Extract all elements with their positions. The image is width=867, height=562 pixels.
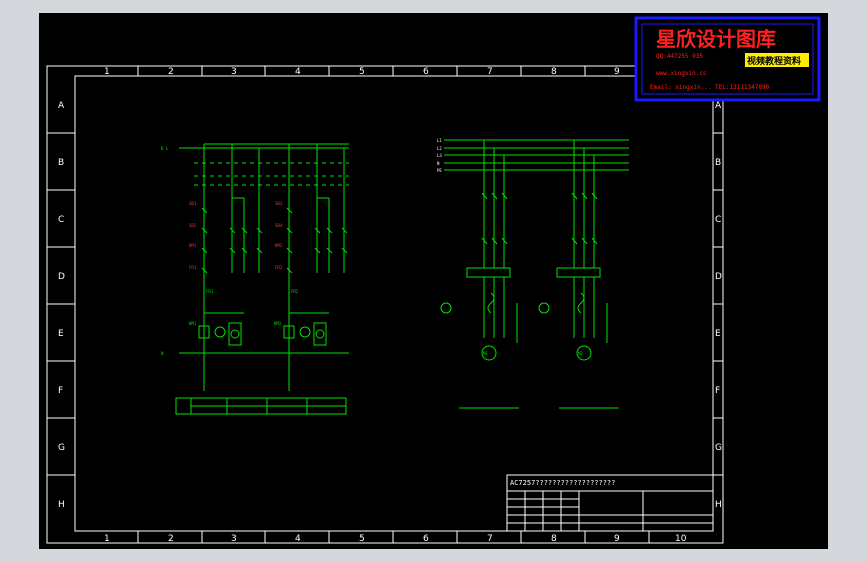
svg-text:4: 4 <box>295 534 301 544</box>
right-power-circuit: L1 L2 L3 N PE M1 M2 <box>437 138 629 409</box>
svg-text:1: 1 <box>104 534 110 544</box>
svg-text:FR1: FR1 <box>189 265 197 270</box>
top-rail-label: Q L <box>161 146 169 151</box>
svg-text:7: 7 <box>487 534 493 544</box>
svg-text:3: 3 <box>231 534 237 544</box>
svg-text:M1: M1 <box>483 351 488 356</box>
outer-frame <box>46 65 724 544</box>
svg-text:E: E <box>58 329 64 339</box>
svg-text:H: H <box>58 500 65 510</box>
svg-text:9: 9 <box>614 67 620 77</box>
svg-text:D: D <box>58 272 65 282</box>
svg-text:L2: L2 <box>437 146 442 151</box>
svg-text:QQ:447255 935: QQ:447255 935 <box>656 53 703 60</box>
svg-text:H: H <box>715 500 722 510</box>
svg-text:2: 2 <box>168 534 174 544</box>
svg-text:8: 8 <box>551 67 557 77</box>
svg-text:9: 9 <box>614 534 620 544</box>
svg-text:6: 6 <box>423 534 429 544</box>
svg-text:8: 8 <box>551 534 557 544</box>
svg-text:2: 2 <box>168 67 174 77</box>
svg-text:KM1: KM1 <box>189 321 197 326</box>
svg-text:C: C <box>58 215 64 225</box>
svg-text:3: 3 <box>231 67 237 77</box>
svg-text:4: 4 <box>295 67 301 77</box>
left-control-circuit: Q L SB1 SB2 KM1 FR1 SB3SB4 KM2FR2 FR1 FR2 … <box>161 143 349 415</box>
svg-text:B: B <box>715 158 721 168</box>
svg-text:5: 5 <box>359 67 365 77</box>
row-ticks <box>47 132 723 476</box>
svg-text:D: D <box>715 272 722 282</box>
svg-text:7: 7 <box>487 67 493 77</box>
svg-text:FR2: FR2 <box>291 289 299 294</box>
watermark-title: 星欣设计图库 <box>656 27 776 51</box>
svg-text:SB2: SB2 <box>189 223 197 228</box>
svg-text:F: F <box>58 386 63 396</box>
title-block-title: AC7257??????????????????? <box>510 479 615 487</box>
svg-text:A: A <box>715 101 722 111</box>
column-ticks <box>137 66 650 543</box>
svg-text:6: 6 <box>423 67 429 77</box>
svg-text:G: G <box>58 443 65 453</box>
svg-text:视频教程资料: 视频教程资料 <box>747 55 801 67</box>
svg-text:N: N <box>437 161 440 166</box>
svg-text:www.xingxin.cc: www.xingxin.cc <box>656 70 707 77</box>
svg-text:SB3: SB3 <box>275 201 283 206</box>
cad-drawing-svg: 1 2 3 4 5 6 7 8 9 10 1 2 3 4 5 6 7 8 9 1… <box>46 16 821 544</box>
svg-text:FR2: FR2 <box>275 265 283 270</box>
svg-text:SB1: SB1 <box>189 201 197 206</box>
svg-text:PE: PE <box>437 168 442 173</box>
row-letters-left: A B C D E F G H <box>58 101 65 510</box>
svg-text:10: 10 <box>675 534 687 544</box>
svg-text:E: E <box>715 329 721 339</box>
svg-text:SB4: SB4 <box>275 223 283 228</box>
svg-text:5: 5 <box>359 534 365 544</box>
svg-text:L1: L1 <box>437 138 442 143</box>
svg-text:G: G <box>715 443 722 453</box>
title-block: AC7257??????????????????? <box>506 474 714 532</box>
svg-text:FR1: FR1 <box>206 289 214 294</box>
cad-drawing-canvas[interactable]: 1 2 3 4 5 6 7 8 9 10 1 2 3 4 5 6 7 8 9 1… <box>39 13 828 549</box>
row-letters-right: A B C D E F G H <box>715 101 722 510</box>
svg-text:F: F <box>715 386 720 396</box>
svg-text:KM1: KM1 <box>189 243 197 248</box>
svg-text:C: C <box>715 215 721 225</box>
svg-text:KM2: KM2 <box>274 321 282 326</box>
svg-text:A: A <box>58 101 65 111</box>
svg-text:M2: M2 <box>578 351 583 356</box>
watermark-logo: 星欣设计图库 QQ:447255 935 视频教程资料 www.xingxin.… <box>634 16 821 102</box>
svg-text:L3: L3 <box>437 153 442 158</box>
svg-text:1: 1 <box>104 67 110 77</box>
inner-frame <box>74 75 714 532</box>
bottom-rail-label: N <box>161 351 164 356</box>
svg-text:Email: xingxin... TEL:13111347: Email: xingxin... TEL:13111347890 <box>650 84 770 91</box>
svg-text:B: B <box>58 158 64 168</box>
svg-text:KM2: KM2 <box>275 243 283 248</box>
